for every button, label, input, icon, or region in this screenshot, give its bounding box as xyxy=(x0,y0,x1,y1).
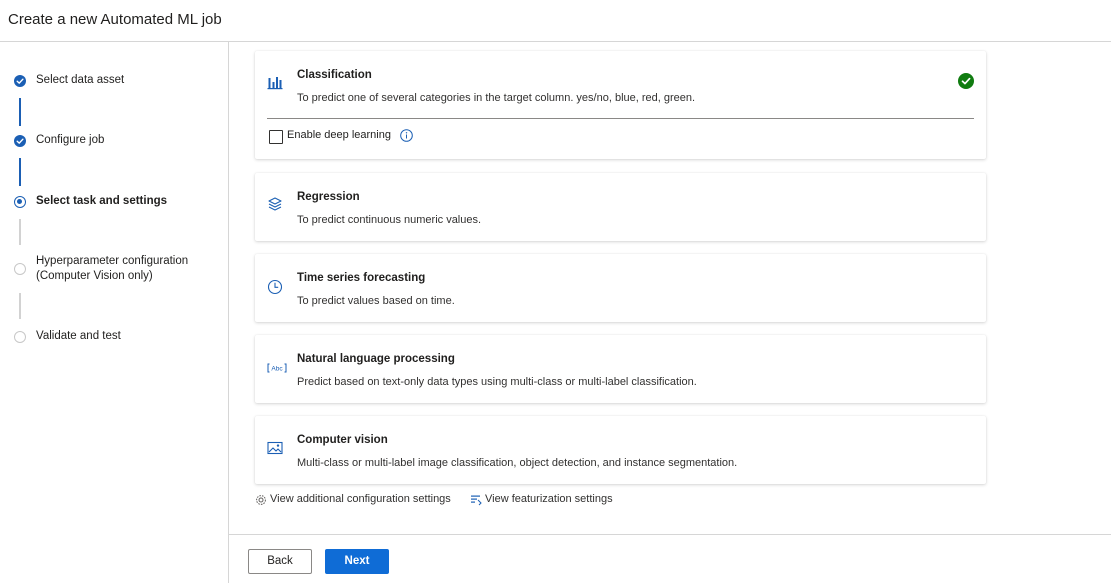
gear-icon xyxy=(256,495,266,505)
svg-text:Abc: Abc xyxy=(271,366,283,373)
bar-chart-icon xyxy=(267,74,283,90)
featurization-icon xyxy=(471,495,482,506)
task-card-classification[interactable]: Classification To predict one of several… xyxy=(255,51,986,159)
page-header: Create a new Automated ML job xyxy=(0,0,1111,42)
next-button[interactable]: Next xyxy=(325,549,389,574)
task-description: Multi-class or multi-label image classif… xyxy=(297,457,738,469)
info-icon[interactable] xyxy=(400,129,413,142)
back-button[interactable]: Back xyxy=(248,549,312,574)
task-description: To predict one of several categories in … xyxy=(297,92,696,104)
step-label: Configure job xyxy=(36,134,105,146)
task-title: Natural language processing xyxy=(297,353,455,365)
step-label: Hyperparameter configuration (Computer V… xyxy=(36,255,189,282)
task-card-nlp[interactable]: Abc Natural language processing Predict … xyxy=(255,335,986,403)
wizard-stepper: Select data asset Configure job Select t… xyxy=(0,42,229,583)
image-icon xyxy=(267,440,283,456)
wizard-footer: Back Next xyxy=(229,534,1111,583)
clock-icon xyxy=(267,279,283,295)
task-selection-panel: Classification To predict one of several… xyxy=(229,42,1111,534)
task-description: To predict continuous numeric values. xyxy=(297,214,482,226)
step-current-icon xyxy=(14,196,26,208)
task-card-time-series[interactable]: Time series forecasting To predict value… xyxy=(255,254,986,322)
task-description: Predict based on text-only data types us… xyxy=(297,376,697,388)
step-complete-icon xyxy=(14,75,26,87)
step-connector xyxy=(19,293,21,319)
selected-check-icon xyxy=(958,73,974,89)
step-connector xyxy=(19,98,21,126)
step-pending-icon xyxy=(14,263,26,275)
enable-deep-learning-checkbox[interactable] xyxy=(269,130,283,144)
step-connector xyxy=(19,219,21,245)
text-abc-icon: Abc xyxy=(267,360,287,376)
task-title: Computer vision xyxy=(297,434,388,446)
step-label: Validate and test xyxy=(36,330,121,342)
step-complete-icon xyxy=(14,135,26,147)
task-title: Classification xyxy=(297,69,372,81)
step-label: Select task and settings xyxy=(36,195,168,207)
page-title: Create a new Automated ML job xyxy=(8,11,222,28)
step-connector xyxy=(19,158,21,186)
task-card-computer-vision[interactable]: Computer vision Multi-class or multi-lab… xyxy=(255,416,986,484)
task-title: Time series forecasting xyxy=(297,272,426,284)
layers-icon xyxy=(267,196,283,212)
task-description: To predict values based on time. xyxy=(297,295,455,307)
step-pending-icon xyxy=(14,331,26,343)
enable-deep-learning-label[interactable]: Enable deep learning xyxy=(287,129,391,141)
step-label: Select data asset xyxy=(36,74,125,86)
card-divider xyxy=(267,118,974,119)
task-card-regression[interactable]: Regression To predict continuous numeric… xyxy=(255,173,986,241)
task-title: Regression xyxy=(297,191,360,203)
